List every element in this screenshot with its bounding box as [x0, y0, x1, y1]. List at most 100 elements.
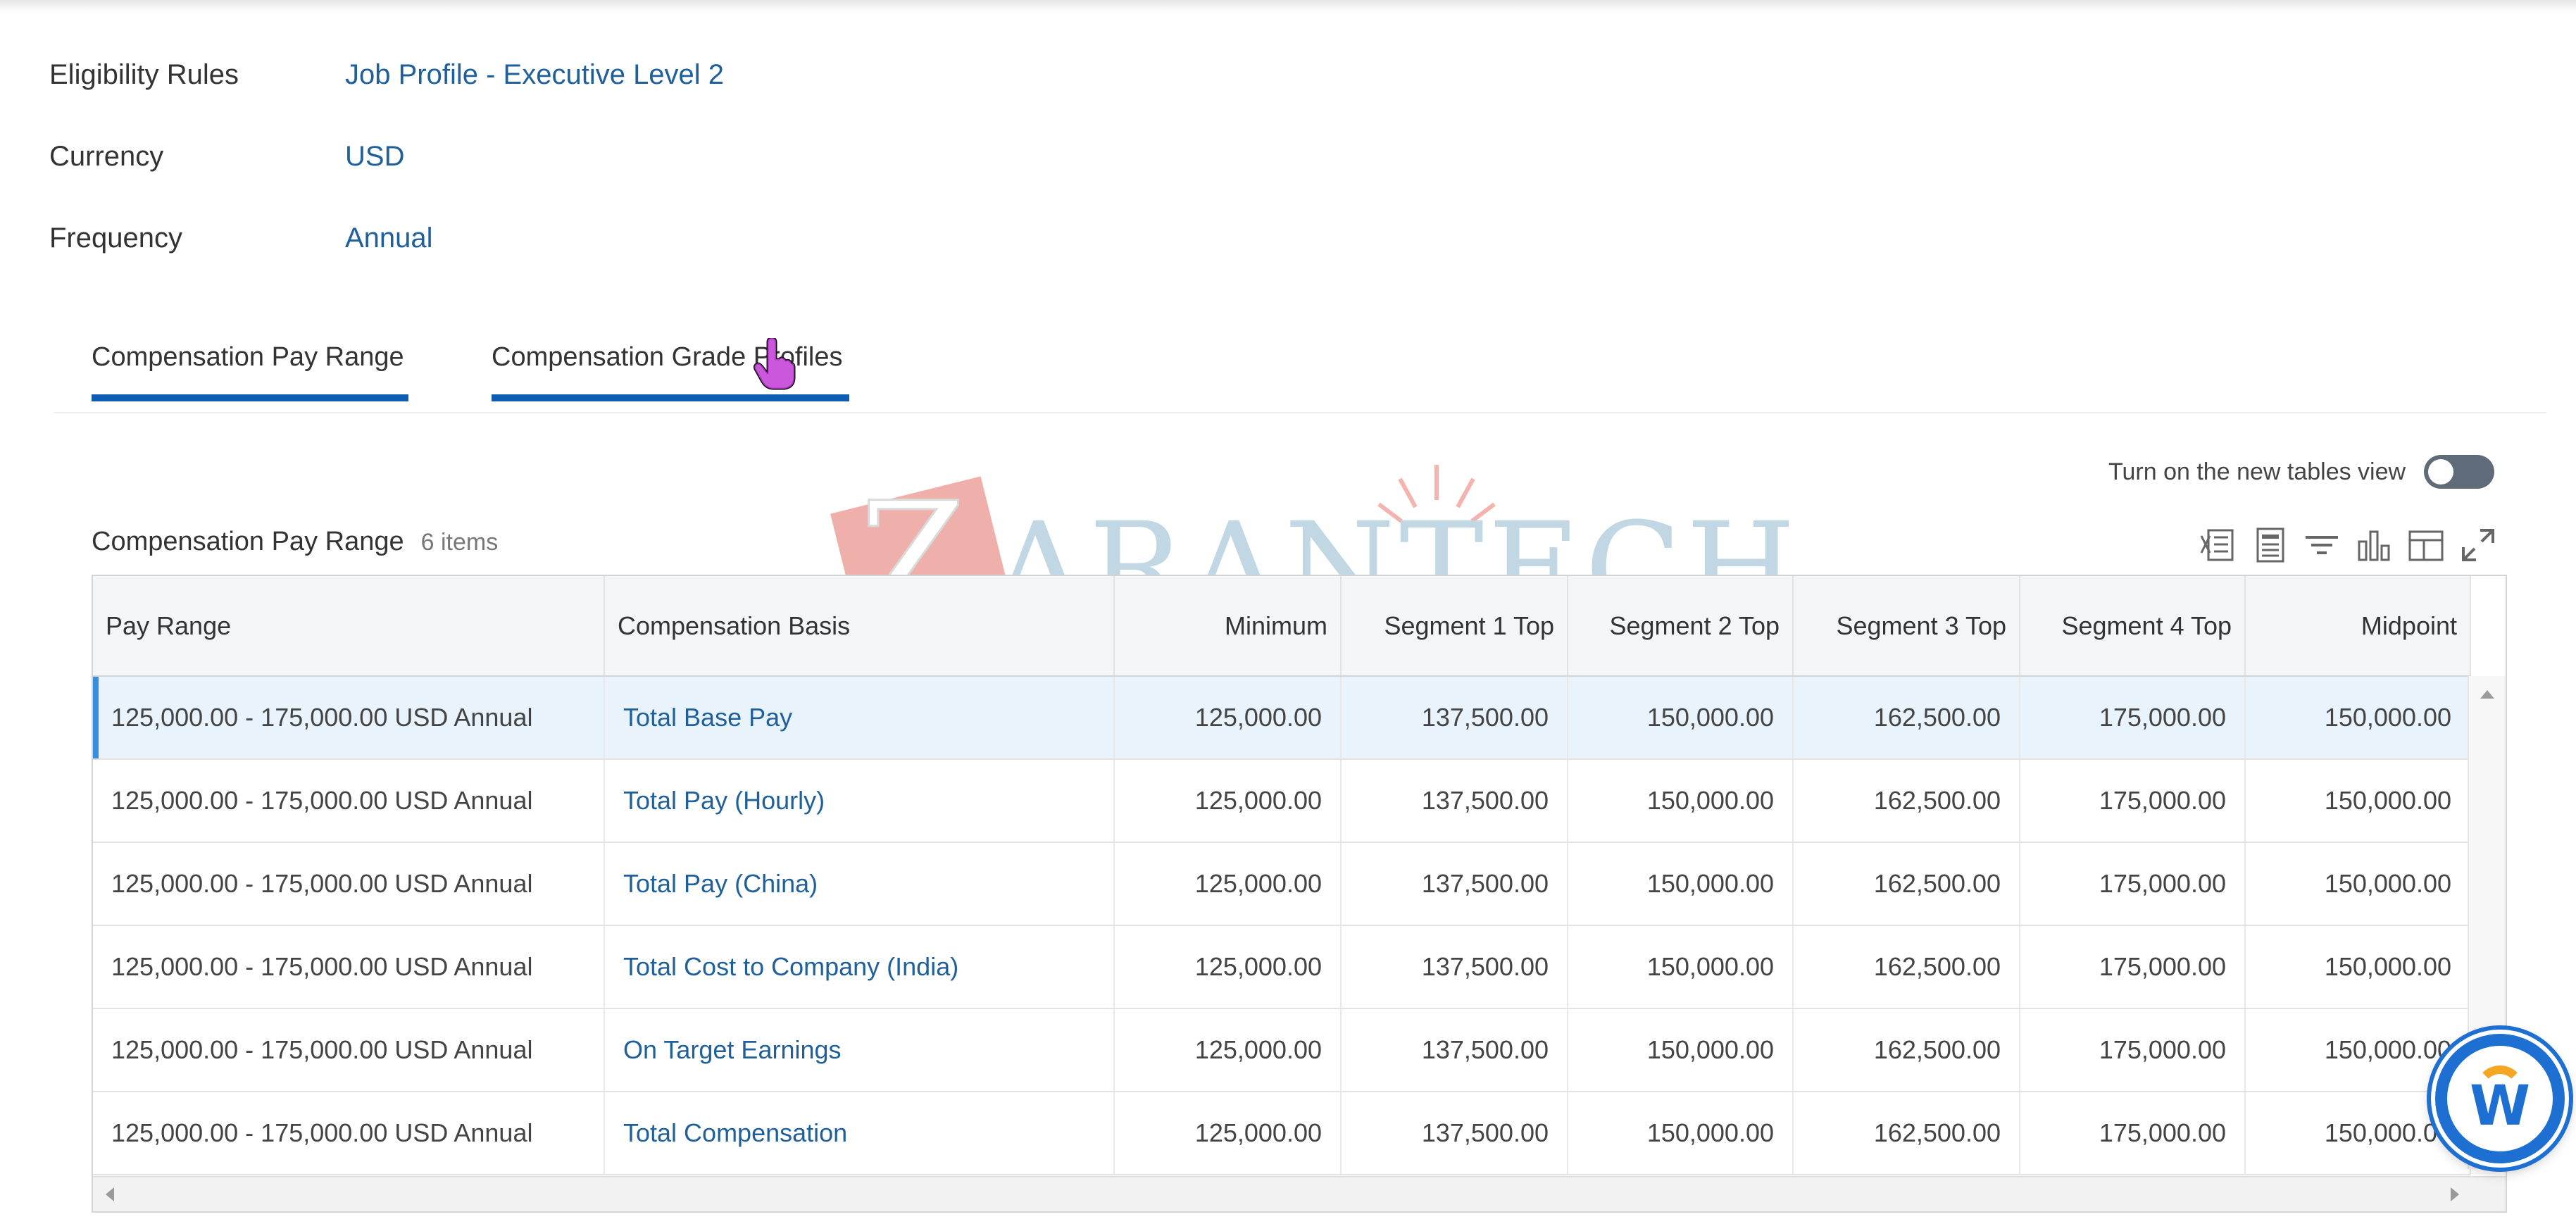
tab-hover-underline	[492, 394, 849, 401]
column-header-segment-4-top[interactable]: Segment 4 Top	[2020, 576, 2246, 677]
segment-1-top-cell: 137,500.00	[1341, 1092, 1568, 1175]
workday-logo-icon: W	[2447, 1046, 2553, 1151]
segment-4-top-cell: 175,000.00	[2020, 1008, 2246, 1092]
segment-4-top-cell: 175,000.00	[2020, 925, 2246, 1009]
column-layout-icon[interactable]	[2406, 523, 2446, 568]
midpoint-cell: 150,000.00	[2245, 676, 2471, 760]
table-row[interactable]: 125,000.00 - 175,000.00 USD Annual Total…	[93, 925, 2471, 1009]
segment-2-top-cell: 150,000.00	[1568, 759, 1794, 843]
workday-assistant-button[interactable]: W	[2431, 1030, 2569, 1168]
minimum-cell: 125,000.00	[1114, 1092, 1342, 1175]
tab-compensation-pay-range[interactable]: Compensation Pay Range	[92, 331, 408, 401]
hand-cursor-icon	[754, 338, 796, 390]
frequency-link[interactable]: Annual	[345, 223, 433, 254]
segment-4-top-cell: 175,000.00	[2020, 842, 2246, 926]
minimum-cell: 125,000.00	[1114, 759, 1342, 843]
pay-range-cell: 125,000.00 - 175,000.00 USD Annual	[93, 759, 605, 843]
column-header-segment-1-top[interactable]: Segment 1 Top	[1341, 576, 1568, 677]
new-tables-view-toggle[interactable]	[2424, 455, 2495, 489]
pay-range-cell: 125,000.00 - 175,000.00 USD Annual	[93, 676, 605, 760]
fullscreen-icon[interactable]	[2458, 523, 2499, 568]
segment-3-top-cell: 162,500.00	[1793, 842, 2020, 926]
column-header-minimum[interactable]: Minimum	[1114, 576, 1342, 677]
compensation-pay-range-grid: Pay Range Compensation Basis Minimum Seg…	[92, 575, 2507, 1213]
grid-item-count: 6 items	[420, 529, 499, 556]
new-tables-view-toggle-row: Turn on the new tables view	[2108, 454, 2495, 490]
top-edge-shadow	[0, 0, 2576, 13]
segment-3-top-cell: 162,500.00	[1793, 925, 2020, 1009]
pay-range-table: Pay Range Compensation Basis Minimum Seg…	[93, 576, 2471, 1175]
table-row[interactable]: 125,000.00 - 175,000.00 USD Annual On Ta…	[93, 1008, 2471, 1092]
segment-4-top-cell: 175,000.00	[2020, 676, 2246, 760]
horizontal-scrollbar[interactable]	[93, 1176, 2506, 1211]
pay-range-cell: 125,000.00 - 175,000.00 USD Annual	[93, 1092, 605, 1175]
segment-2-top-cell: 150,000.00	[1568, 676, 1794, 760]
segment-3-top-cell: 162,500.00	[1793, 759, 2020, 843]
compensation-basis-link[interactable]: Total Compensation	[604, 1092, 1115, 1175]
midpoint-cell: 150,000.00	[2245, 842, 2471, 926]
midpoint-cell: 150,000.00	[2245, 925, 2471, 1009]
field-currency: Currency USD	[49, 128, 404, 185]
tab-label: Compensation Pay Range	[92, 342, 404, 372]
pay-range-cell: 125,000.00 - 175,000.00 USD Annual	[93, 925, 605, 1009]
segment-1-top-cell: 137,500.00	[1341, 925, 1568, 1009]
export-excel-icon[interactable]	[2197, 523, 2238, 568]
midpoint-cell: 150,000.00	[2245, 759, 2471, 843]
export-pdf-icon[interactable]	[2249, 523, 2290, 568]
pay-range-cell: 125,000.00 - 175,000.00 USD Annual	[93, 1008, 605, 1092]
segment-2-top-cell: 150,000.00	[1568, 842, 1794, 926]
field-eligibility-rules: Eligibility Rules Job Profile - Executiv…	[49, 46, 724, 103]
scroll-left-arrow-icon[interactable]	[106, 1187, 114, 1201]
column-header-segment-3-top[interactable]: Segment 3 Top	[1793, 576, 2020, 677]
field-frequency: Frequency Annual	[49, 210, 433, 266]
segment-1-top-cell: 137,500.00	[1341, 759, 1568, 843]
chart-icon[interactable]	[2353, 523, 2394, 568]
minimum-cell: 125,000.00	[1114, 925, 1342, 1009]
column-header-segment-2-top[interactable]: Segment 2 Top	[1568, 576, 1794, 677]
field-label: Frequency	[49, 222, 182, 254]
table-header-row: Pay Range Compensation Basis Minimum Seg…	[93, 576, 2471, 677]
segment-1-top-cell: 137,500.00	[1341, 1008, 1568, 1092]
segment-1-top-cell: 137,500.00	[1341, 842, 1568, 926]
toggle-knob	[2428, 459, 2454, 485]
field-label: Currency	[49, 140, 164, 172]
table-row[interactable]: 125,000.00 - 175,000.00 USD Annual Total…	[93, 1092, 2471, 1175]
segment-3-top-cell: 162,500.00	[1793, 676, 2020, 760]
segment-2-top-cell: 150,000.00	[1568, 925, 1794, 1009]
table-row[interactable]: 125,000.00 - 175,000.00 USD Annual Total…	[93, 759, 2471, 843]
column-header-midpoint[interactable]: Midpoint	[2245, 576, 2471, 677]
field-label: Eligibility Rules	[49, 58, 239, 90]
pay-range-cell: 125,000.00 - 175,000.00 USD Annual	[93, 842, 605, 926]
table-row[interactable]: 125,000.00 - 175,000.00 USD Annual Total…	[93, 676, 2471, 760]
segment-2-top-cell: 150,000.00	[1568, 1092, 1794, 1175]
logo-arc	[2475, 1066, 2525, 1115]
segment-3-top-cell: 162,500.00	[1793, 1008, 2020, 1092]
grid-title: Compensation Pay Range	[92, 527, 404, 556]
compensation-basis-link[interactable]: On Target Earnings	[604, 1008, 1115, 1092]
segment-2-top-cell: 150,000.00	[1568, 1008, 1794, 1092]
minimum-cell: 125,000.00	[1114, 676, 1342, 760]
grid-title-row: Compensation Pay Range 6 items	[92, 527, 498, 557]
tab-divider	[54, 412, 2546, 413]
column-header-compensation-basis[interactable]: Compensation Basis	[604, 576, 1115, 677]
minimum-cell: 125,000.00	[1114, 842, 1342, 926]
column-header-pay-range[interactable]: Pay Range	[93, 576, 605, 677]
currency-link[interactable]: USD	[345, 141, 404, 173]
filter-icon[interactable]	[2301, 523, 2342, 568]
compensation-basis-link[interactable]: Total Base Pay	[604, 676, 1115, 760]
minimum-cell: 125,000.00	[1114, 1008, 1342, 1092]
tab-active-underline	[92, 394, 408, 401]
segment-4-top-cell: 175,000.00	[2020, 759, 2246, 843]
segment-1-top-cell: 137,500.00	[1341, 676, 1568, 760]
scroll-right-arrow-icon[interactable]	[2451, 1187, 2459, 1201]
compensation-basis-link[interactable]: Total Pay (Hourly)	[604, 759, 1115, 843]
grid-toolbar	[2197, 523, 2499, 568]
scroll-up-arrow-icon[interactable]	[2480, 690, 2494, 699]
segment-4-top-cell: 175,000.00	[2020, 1092, 2246, 1175]
eligibility-rules-link[interactable]: Job Profile - Executive Level 2	[345, 59, 724, 91]
compensation-basis-link[interactable]: Total Pay (China)	[604, 842, 1115, 926]
toggle-label: Turn on the new tables view	[2108, 458, 2406, 485]
segment-3-top-cell: 162,500.00	[1793, 1092, 2020, 1175]
compensation-basis-link[interactable]: Total Cost to Company (India)	[604, 925, 1115, 1009]
table-row[interactable]: 125,000.00 - 175,000.00 USD Annual Total…	[93, 842, 2471, 926]
